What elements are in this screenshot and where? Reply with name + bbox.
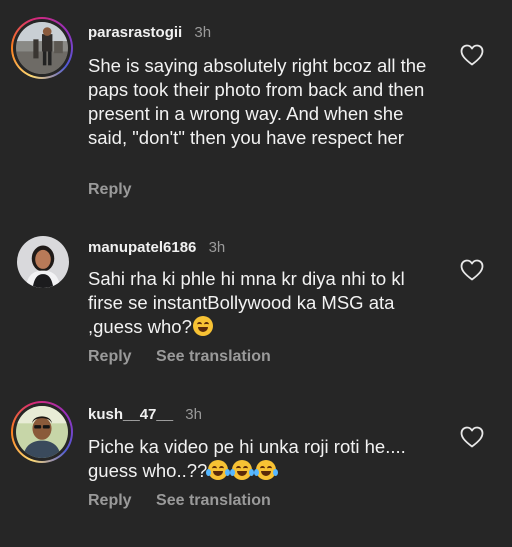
heart-icon[interactable] xyxy=(460,426,484,448)
reply-button[interactable]: Reply xyxy=(88,181,132,198)
grinning-squinting-face-emoji xyxy=(192,316,213,336)
comment-timestamp: 3h xyxy=(185,406,202,423)
face-with-tears-of-joy-emoji xyxy=(254,460,279,480)
comment-timestamp: 3h xyxy=(208,239,226,256)
see-translation-button[interactable]: See translation xyxy=(156,348,271,365)
comment-username[interactable]: manupatel6186 xyxy=(88,239,196,256)
face-with-tears-of-joy-emoji xyxy=(230,460,255,480)
avatar[interactable] xyxy=(11,401,73,463)
reply-button[interactable]: Reply xyxy=(88,348,132,365)
avatar[interactable] xyxy=(11,17,73,79)
comment-username[interactable]: parasrastogii xyxy=(88,24,182,41)
comment-text-container: Piche ka video pe hi unka roji roti he..… xyxy=(88,435,438,483)
heart-icon[interactable] xyxy=(460,259,484,281)
comment-username[interactable]: kush__47__ xyxy=(88,406,173,423)
comment-text-container: Sahi rha ki phle hi mna kr diya nhi to k… xyxy=(88,267,438,339)
comment-text: Sahi rha ki phle hi mna kr diya nhi to k… xyxy=(88,268,405,337)
avatar-photo xyxy=(16,406,68,458)
avatar[interactable] xyxy=(17,236,69,288)
reply-button[interactable]: Reply xyxy=(88,492,132,509)
heart-icon[interactable] xyxy=(460,44,484,66)
avatar-photo xyxy=(16,22,68,74)
comment-text: She is saying absolutely right bcoz all … xyxy=(88,55,427,148)
see-translation-button[interactable]: See translation xyxy=(156,492,271,509)
face-with-tears-of-joy-emoji xyxy=(206,460,231,480)
avatar-photo xyxy=(17,236,69,288)
comment-timestamp: 3h xyxy=(194,24,212,41)
